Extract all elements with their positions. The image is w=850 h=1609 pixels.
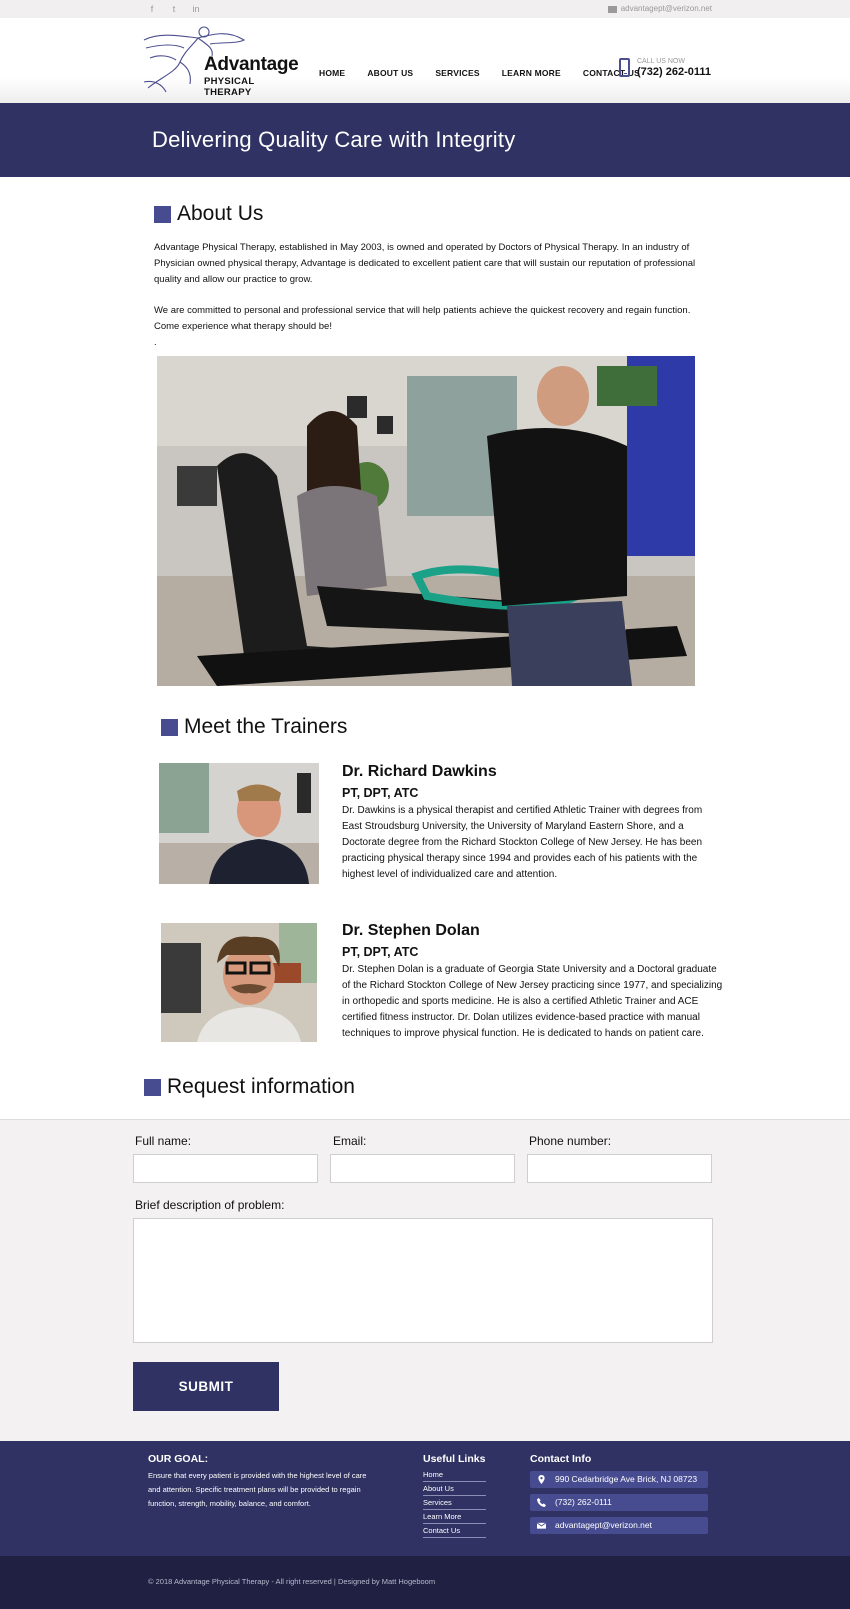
copyright-text: © 2018 Advantage Physical Therapy - All … xyxy=(148,1577,436,1586)
footer-link-services[interactable]: Services xyxy=(423,1496,486,1510)
about-paragraph-2: We are committed to personal and profess… xyxy=(154,305,691,332)
nav-learn-more[interactable]: LEARN MORE xyxy=(502,68,561,78)
site-logo[interactable]: Advantage PHYSICAL THERAPY xyxy=(140,22,300,98)
request-heading: Request information xyxy=(144,1075,355,1099)
contact-address-text: 990 Cedarbridge Ave Brick, NJ 08723 xyxy=(555,1474,698,1484)
useful-links-list: Home About Us Services Learn More Contac… xyxy=(423,1468,486,1538)
envelope-icon xyxy=(537,1522,546,1529)
description-label: Brief description of problem: xyxy=(135,1198,285,1212)
main-nav: HOME ABOUT US SERVICES LEARN MORE CONTAC… xyxy=(319,68,662,78)
footer-link-learn-more[interactable]: Learn More xyxy=(423,1510,486,1524)
trainers-heading: Meet the Trainers xyxy=(161,715,347,739)
hero-banner: Delivering Quality Care with Integrity xyxy=(0,103,850,177)
top-email[interactable]: advantagept@verizon.net xyxy=(607,3,712,15)
contact-info-heading: Contact Info xyxy=(530,1453,592,1465)
description-textarea[interactable] xyxy=(133,1218,713,1343)
about-heading: About Us xyxy=(154,202,263,226)
site-footer: OUR GOAL: Ensure that every patient is p… xyxy=(0,1441,850,1556)
contact-email-text: advantagept@verizon.net xyxy=(555,1520,652,1530)
site-header: Advantage PHYSICAL THERAPY HOME ABOUT US… xyxy=(0,18,850,103)
footer-link-home[interactable]: Home xyxy=(423,1468,486,1482)
call-number: (732) 262-0111 xyxy=(637,66,712,78)
nav-services[interactable]: SERVICES xyxy=(435,68,479,78)
clinic-photo xyxy=(157,356,695,686)
goal-text: Ensure that every patient is provided wi… xyxy=(148,1471,367,1508)
trainer-name-2: Dr. Stephen Dolan xyxy=(342,922,480,939)
contact-phone-text: (732) 262-0111 xyxy=(555,1497,612,1507)
section-square-icon xyxy=(154,205,171,223)
about-paragraph-1: Advantage Physical Therapy, established … xyxy=(154,242,696,285)
top-bar: f t in advantagept@verizon.net xyxy=(0,0,850,18)
about-heading-text: About Us xyxy=(177,202,264,225)
full-name-input[interactable] xyxy=(133,1154,318,1183)
twitter-icon[interactable]: t xyxy=(168,3,180,15)
mobile-phone-icon xyxy=(619,58,630,77)
trainer-bio-1: Dr. Dawkins is a physical therapist and … xyxy=(342,805,703,880)
envelope-icon xyxy=(607,5,617,13)
trainers-heading-text: Meet the Trainers xyxy=(184,715,348,738)
request-heading-text: Request information xyxy=(167,1075,355,1098)
footer-link-contact-us[interactable]: Contact Us xyxy=(423,1524,486,1538)
top-email-text: advantagept@verizon.net xyxy=(620,4,712,13)
submit-button[interactable]: SUBMIT xyxy=(133,1362,279,1411)
hero-title: Delivering Quality Care with Integrity xyxy=(152,127,516,152)
contact-phone[interactable]: (732) 262-0111 xyxy=(530,1494,708,1511)
trainer-photo-dolan xyxy=(161,923,317,1042)
contact-email[interactable]: advantagept@verizon.net xyxy=(530,1517,708,1534)
trainer-credentials-2: PT, DPT, ATC xyxy=(342,945,419,959)
trainer-photo-dawkins xyxy=(159,763,319,884)
nav-home[interactable]: HOME xyxy=(319,68,345,78)
brand-name: Advantage xyxy=(204,54,299,75)
phone-input[interactable] xyxy=(527,1154,712,1183)
map-pin-icon xyxy=(538,1475,545,1484)
full-name-label: Full name: xyxy=(135,1134,192,1148)
phone-label: Phone number: xyxy=(529,1134,612,1148)
footer-link-about-us[interactable]: About Us xyxy=(423,1482,486,1496)
trainer-name-1: Dr. Richard Dawkins xyxy=(342,763,497,780)
call-us-box[interactable]: CALL US NOW (732) 262-0111 xyxy=(619,58,719,82)
social-links: f t in xyxy=(146,3,202,15)
trainer-credentials-1: PT, DPT, ATC xyxy=(342,786,419,800)
nav-about-us[interactable]: ABOUT US xyxy=(367,68,413,78)
goal-heading: OUR GOAL: xyxy=(148,1453,209,1465)
section-square-icon xyxy=(161,718,178,736)
facebook-icon[interactable]: f xyxy=(146,3,158,15)
about-paragraph-3: . xyxy=(154,337,157,348)
phone-icon xyxy=(537,1498,546,1507)
brand-subtitle: PHYSICAL THERAPY xyxy=(204,76,255,98)
call-label: CALL US NOW xyxy=(637,58,685,65)
copyright-bar: © 2018 Advantage Physical Therapy - All … xyxy=(0,1556,850,1609)
section-square-icon xyxy=(144,1078,161,1096)
useful-links-heading: Useful Links xyxy=(423,1453,486,1465)
email-label: Email: xyxy=(333,1134,367,1148)
trainer-bio-2: Dr. Stephen Dolan is a graduate of Georg… xyxy=(342,964,723,1039)
email-input[interactable] xyxy=(330,1154,515,1183)
linkedin-icon[interactable]: in xyxy=(190,3,202,15)
contact-address[interactable]: 990 Cedarbridge Ave Brick, NJ 08723 xyxy=(530,1471,708,1488)
